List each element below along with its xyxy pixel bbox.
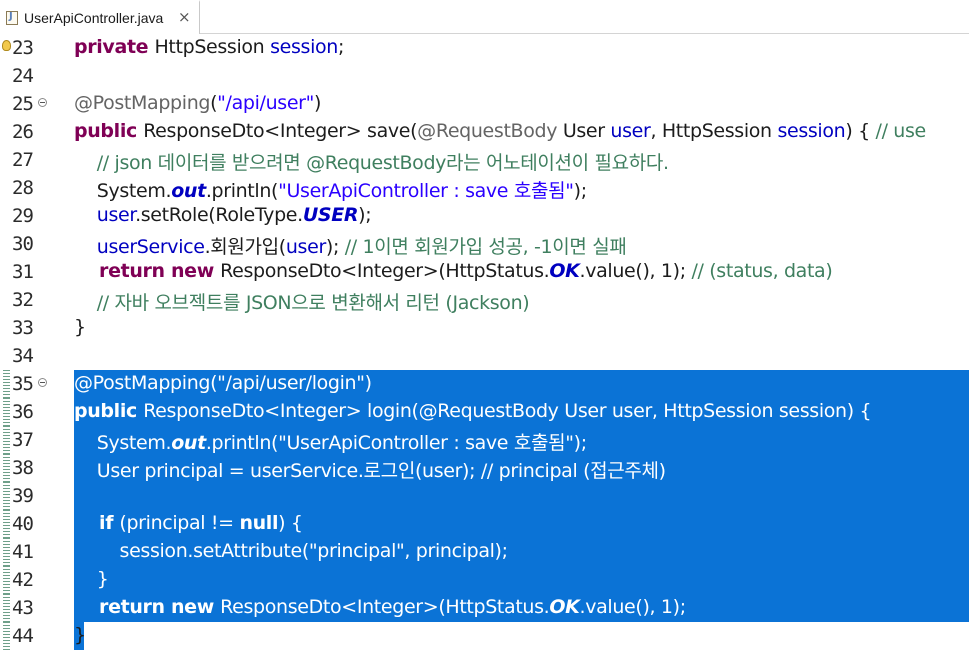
code-text: userService.회원가입(user); // 1이면 회원가입 성공, …	[74, 236, 627, 258]
code-text: }	[74, 568, 109, 590]
code-line[interactable]: 35 @PostMapping("/api/user/login")	[0, 370, 969, 398]
change-marker	[3, 426, 10, 454]
editor-tab-bar: UserApiController.java ×	[0, 0, 969, 34]
code-line[interactable]: 34	[0, 342, 969, 370]
code-text: return new ResponseDto<Integer>(HttpStat…	[74, 596, 686, 618]
code-line[interactable]: 23 private HttpSession session;	[0, 34, 969, 62]
change-marker	[3, 482, 10, 510]
line-number: 41	[12, 541, 34, 563]
code-line[interactable]: 27 // json 데이터를 받으려면 @RequestBody라는 어노테이…	[0, 146, 969, 174]
code-line[interactable]: 29 user.setRole(RoleType.USER);	[0, 202, 969, 230]
code-text: // json 데이터를 받으려면 @RequestBody라는 어노테이션이 …	[74, 152, 669, 174]
code-text: public ResponseDto<Integer> save(@Reques…	[74, 120, 926, 142]
code-text: user.setRole(RoleType.USER);	[74, 204, 372, 226]
fold-toggle-icon[interactable]	[38, 378, 47, 387]
change-marker	[3, 398, 10, 426]
change-marker	[3, 538, 10, 566]
line-number: 36	[12, 401, 34, 423]
line-number: 43	[12, 597, 34, 619]
code-text: }	[74, 316, 86, 338]
code-text: @PostMapping("/api/user/login")	[74, 372, 372, 394]
change-marker	[3, 594, 10, 622]
code-text: if (principal != null) {	[74, 512, 303, 534]
code-text: User principal = userService.로그인(user); …	[74, 460, 666, 482]
code-line[interactable]: 24	[0, 62, 969, 90]
code-text: public ResponseDto<Integer> login(@Reque…	[74, 400, 872, 422]
line-number: 28	[12, 177, 34, 199]
close-icon[interactable]: ×	[178, 8, 191, 26]
code-line[interactable]: 32 // 자바 오브젝트를 JSON으로 변환해서 리턴 (Jackson)	[0, 286, 969, 314]
code-line[interactable]: 30 userService.회원가입(user); // 1이면 회원가입 성…	[0, 230, 969, 258]
code-text: private HttpSession session;	[74, 36, 345, 58]
line-number: 31	[12, 261, 34, 283]
java-file-icon	[6, 11, 18, 25]
line-number: 29	[12, 205, 34, 227]
line-number: 34	[12, 345, 34, 367]
line-number: 44	[12, 625, 34, 647]
code-editor[interactable]: 23 private HttpSession session; 24 25 @PostM…	[0, 34, 969, 657]
change-marker	[3, 454, 10, 482]
code-line[interactable]: 42 }	[0, 566, 969, 594]
line-number: 26	[12, 121, 34, 143]
change-marker	[3, 370, 10, 398]
code-text: session.setAttribute("principal", princi…	[74, 540, 509, 562]
fold-toggle-icon[interactable]	[38, 98, 47, 107]
line-number: 40	[12, 513, 34, 535]
tab-label: UserApiController.java	[24, 10, 164, 26]
code-text: @PostMapping("/api/user")	[74, 92, 322, 114]
change-marker	[3, 566, 10, 594]
line-number: 23	[12, 37, 34, 59]
line-number: 32	[12, 289, 34, 311]
code-text: return new ResponseDto<Integer>(HttpStat…	[74, 260, 833, 282]
code-text: }	[74, 624, 86, 646]
line-number: 27	[12, 149, 34, 171]
change-marker	[3, 510, 10, 538]
line-number: 37	[12, 429, 34, 451]
line-number: 42	[12, 569, 34, 591]
line-number: 24	[12, 65, 34, 87]
code-line[interactable]: 33}	[0, 314, 969, 342]
code-line[interactable]: 43 return new ResponseDto<Integer>(HttpS…	[0, 594, 969, 622]
code-line[interactable]: 41 session.setAttribute("principal", pri…	[0, 538, 969, 566]
tab-user-api-controller[interactable]: UserApiController.java ×	[0, 0, 200, 34]
line-number: 33	[12, 317, 34, 339]
line-number: 38	[12, 457, 34, 479]
code-line[interactable]: 25 @PostMapping("/api/user")	[0, 90, 969, 118]
code-line[interactable]: 26 public ResponseDto<Integer> save(@Requ…	[0, 118, 969, 146]
code-line[interactable]: 39	[0, 482, 969, 510]
line-number: 39	[12, 485, 34, 507]
warning-icon[interactable]	[2, 40, 11, 51]
code-line[interactable]: 37 System.out.println("UserApiController…	[0, 426, 969, 454]
selection-highlight	[74, 482, 969, 510]
code-line[interactable]: 28 System.out.println("UserApiController…	[0, 174, 969, 202]
code-line[interactable]: 44}	[0, 622, 969, 650]
code-text: System.out.println("UserApiController : …	[74, 432, 587, 454]
code-line[interactable]: 36 public ResponseDto<Integer> login(@Req…	[0, 398, 969, 426]
change-marker	[3, 622, 10, 650]
code-text: // 자바 오브젝트를 JSON으로 변환해서 리턴 (Jackson)	[74, 292, 530, 314]
code-line[interactable]: 40 if (principal != null) {	[0, 510, 969, 538]
code-text: System.out.println("UserApiController : …	[74, 180, 587, 202]
line-number: 30	[12, 233, 34, 255]
code-line[interactable]: 31 return new ResponseDto<Integer>(HttpS…	[0, 258, 969, 286]
line-number: 35	[12, 373, 34, 395]
line-number: 25	[12, 93, 34, 115]
selection-highlight	[74, 566, 969, 594]
code-line[interactable]: 38 User principal = userService.로그인(user…	[0, 454, 969, 482]
